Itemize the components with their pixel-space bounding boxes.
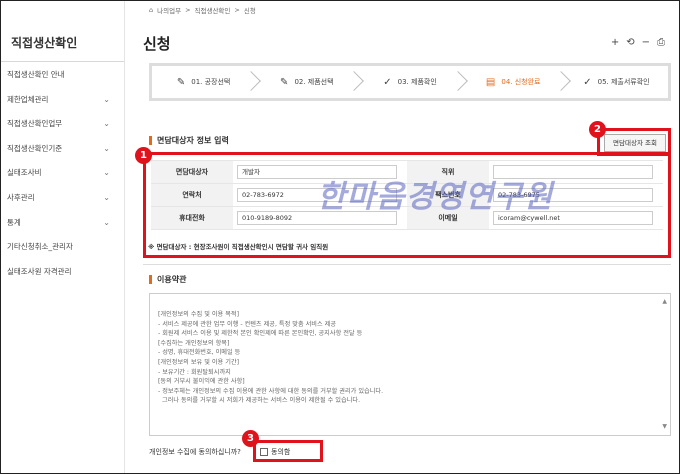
interviewee-section-label: 면담대상자 정보 입력: [157, 136, 229, 145]
page-title: 신청: [143, 35, 171, 53]
sidebar-item[interactable]: 직접생산확인업무 ⌄: [1, 112, 124, 136]
section-marker: [149, 275, 152, 284]
breadcrumb-level1[interactable]: 직접생산확인: [195, 5, 231, 15]
sidebar-item[interactable]: 제한업체관리 ⌄: [1, 88, 124, 112]
step-5: ✓ 05. 제출서류확인: [565, 66, 668, 98]
sidebar-item-label: 통계: [7, 217, 21, 227]
sidebar-item[interactable]: 직접생산확인기준 ⌄: [1, 137, 124, 161]
sidebar-item[interactable]: 직접생산확인 안내: [1, 63, 124, 87]
step-label: 03. 제품확인: [397, 78, 437, 86]
section-divider: [143, 264, 671, 265]
chevron-down-icon[interactable]: ⌄: [103, 88, 110, 112]
step-icon: ▤: [485, 76, 496, 88]
terms-line: - 보유기간 : 회원탈퇴시까지: [158, 368, 231, 376]
sidebar-item-label: 제한업체관리: [7, 94, 49, 104]
scroll-down-icon[interactable]: ▼: [662, 422, 667, 432]
sidebar-item-label: 직접생산확인업무: [7, 119, 63, 129]
undo-icon[interactable]: ⟲: [626, 37, 634, 48]
sidebar-item[interactable]: 실태조사비 ⌄: [1, 161, 124, 185]
breadcrumb-separator: >: [234, 6, 240, 14]
terms-line: [수집하는 개인정보의 항목]: [158, 339, 230, 347]
annotation-badge-1: 1: [135, 147, 152, 164]
home-icon[interactable]: ⌂: [149, 6, 153, 14]
annotation-badge-3: 3: [242, 430, 259, 447]
toolbar: + ⟲ − ⎙: [611, 37, 665, 48]
sidebar-item[interactable]: 실태조사원 자격관리: [1, 260, 124, 284]
chevron-down-icon[interactable]: ⌄: [103, 112, 110, 136]
sidebar-divider: [1, 61, 124, 62]
chevron-down-icon[interactable]: ⌄: [103, 161, 110, 185]
terms-line: - 회원제 서비스 이용 및 제한적 본인 확인제에 따른 본인확인, 공지사항…: [158, 330, 363, 338]
sidebar-item-label: 실태조사비: [7, 168, 42, 178]
sidebar-item-label: 사후관리: [7, 193, 35, 202]
agree-question: 개인정보 수집에 동의하십니까?: [149, 448, 241, 456]
step-1: ✎ 01. 공장선택: [152, 66, 262, 98]
step-icon: ✎: [280, 76, 289, 88]
zoom-out-icon[interactable]: −: [642, 37, 650, 48]
step-3: ✓ 03. 제품확인: [358, 66, 468, 98]
terms-section-title: 이용약관: [149, 274, 186, 285]
highlight-box-1: [143, 152, 671, 258]
terms-line: - 정보주체는 개인정보의 수집 이용에 관한 사항에 대한 동의를 거부할 권…: [158, 387, 384, 395]
sidebar-item-label: 실태조사원 자격관리: [7, 266, 72, 276]
highlight-box-2: [597, 128, 671, 156]
terms-line: [개인정보의 보유 및 이용 기간]: [158, 358, 240, 366]
chevron-down-icon[interactable]: ⌄: [103, 186, 110, 210]
terms-line: [동의 거부시 불이익에 관한 사항]: [158, 378, 245, 386]
step-icon: ✎: [176, 76, 186, 88]
print-icon[interactable]: ⎙: [657, 37, 665, 48]
sidebar: 직접생산확인 직접생산확인 안내 제한업체관리 ⌄ 직접생산확인업무 ⌄ 직접생산확인기준…: [1, 1, 125, 473]
terms-line: - 서비스 제공에 관한 업무 이행 - 컨텐츠 제공, 특정 맞춤 서비스 제…: [158, 320, 337, 328]
zoom-in-icon[interactable]: +: [611, 37, 619, 48]
sidebar-item-label: 직접생산확인 안내: [7, 70, 65, 79]
breadcrumb: ⌂ 나의업무 > 직접생산확인 > 신청: [149, 5, 256, 15]
sidebar-item[interactable]: 사후관리 ⌄: [1, 186, 124, 210]
highlight-box-3: [253, 440, 323, 462]
step-icon: ✓: [383, 76, 392, 88]
terms-line: 그러나 동의를 거부할 시 저희가 제공하는 서비스 이용이 제한될 수 있습니…: [158, 397, 361, 405]
interviewee-section-title: 면담대상자 정보 입력: [149, 135, 229, 146]
sidebar-item-label: 기타신청취소_관리자: [7, 242, 73, 252]
step-icon: ✓: [583, 76, 592, 88]
sidebar-title: 직접생산확인: [11, 36, 78, 50]
step-label: 05. 제출서류확인: [597, 78, 650, 86]
chevron-down-icon[interactable]: ⌄: [103, 137, 110, 161]
step-4: ▤ 04. 신청완료: [462, 66, 571, 98]
sidebar-item[interactable]: 기타신청취소_관리자: [1, 235, 124, 259]
breadcrumb-level2[interactable]: 신청: [244, 5, 256, 15]
app-window: 직접생산확인 직접생산확인 안내 제한업체관리 ⌄ 직접생산확인업무 ⌄ 직접생산확인기준…: [0, 0, 680, 474]
step-label: 02. 제품선택: [294, 78, 334, 86]
sidebar-item-label: 직접생산확인기준: [7, 143, 63, 153]
breadcrumb-separator: >: [185, 6, 191, 14]
breadcrumb-home[interactable]: 나의업무: [157, 5, 181, 15]
section-marker: [149, 136, 152, 145]
step-label: 04. 신청완료: [501, 78, 541, 86]
step-2: ✎ 02. 제품선택: [255, 66, 365, 98]
annotation-badge-2: 2: [589, 121, 606, 138]
scroll-up-icon[interactable]: ▲: [662, 297, 667, 307]
terms-textbox[interactable]: ▲ ▼ [개인정보의 수집 및 이용 목적] - 서비스 제공에 관한 업무 이행…: [149, 293, 671, 436]
step-label: 01. 공장선택: [191, 78, 231, 86]
terms-line: [개인정보의 수집 및 이용 목적]: [158, 311, 240, 318]
sidebar-item[interactable]: 통계 ⌄: [1, 211, 124, 235]
terms-line: - 성명, 휴대전화번호, 이메일 등: [158, 349, 241, 357]
terms-section-label: 이용약관: [157, 275, 187, 284]
chevron-down-icon[interactable]: ⌄: [103, 211, 110, 235]
step-indicator: ✎ 01. 공장선택 ✎ 02. 제품선택 ✓ 03. 제품확인 ▤ 04. 신청완료 ✓ 05.…: [149, 63, 671, 101]
